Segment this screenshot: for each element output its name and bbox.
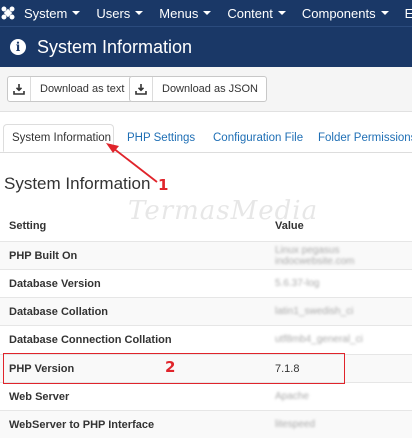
annotation-marker-1: 1 bbox=[158, 176, 169, 194]
annotation-marker-2: 2 bbox=[165, 358, 176, 376]
annotation-arrow bbox=[106, 143, 158, 183]
